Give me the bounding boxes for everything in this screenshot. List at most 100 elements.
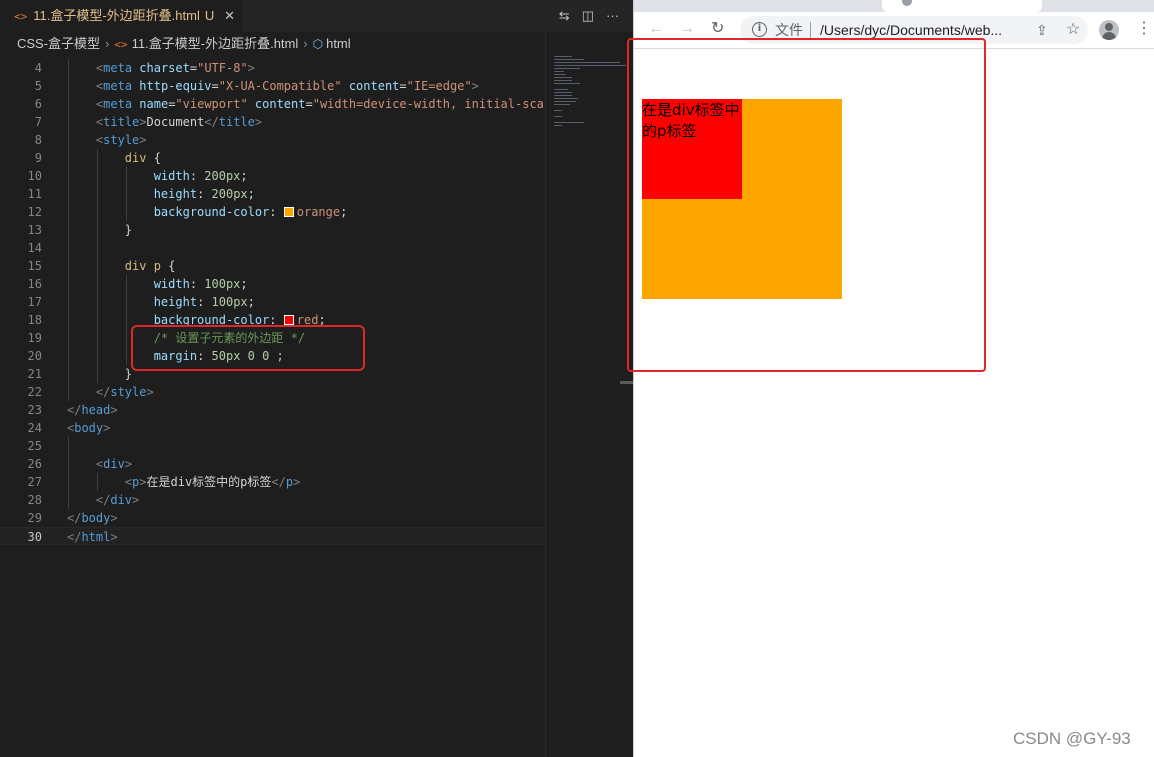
code-token: div: [124, 151, 147, 165]
line-number: 18: [27, 313, 42, 327]
code-token: height: [153, 187, 198, 201]
breadcrumb-element[interactable]: html: [326, 36, 351, 51]
color-swatch[interactable]: [283, 315, 294, 325]
code-token: div p: [124, 259, 161, 273]
line-number: 5: [34, 79, 42, 93]
code-line: 8 <style>: [0, 131, 544, 149]
line-number: 22: [27, 385, 42, 399]
line-number: 8: [34, 133, 42, 147]
code-line: 14: [0, 239, 544, 257]
code-line: 27 <p>在是div标签中的p标签</p>: [0, 473, 544, 491]
minimap-line: [554, 110, 562, 111]
code-token: 200px: [211, 187, 248, 201]
minimap-line: [554, 92, 572, 93]
minimap-line: [554, 122, 584, 123]
code-line: 17 height: 100px;: [0, 293, 544, 311]
code-line: 26 <div>: [0, 455, 544, 473]
line-number: 6: [34, 97, 42, 111]
line-number: 17: [27, 295, 42, 309]
highlight-box-code: [131, 325, 365, 371]
line-number: 14: [27, 241, 42, 255]
code-token: http-equiv: [139, 79, 212, 93]
code-line: 6 <meta name="viewport" content="width=d…: [0, 95, 544, 113]
code-token: width: [153, 169, 190, 183]
code-token: "viewport": [175, 97, 248, 111]
code-line: 28 </div>: [0, 491, 544, 509]
bookmark-star-icon[interactable]: ☆: [1066, 20, 1080, 40]
line-number: 13: [27, 223, 42, 237]
line-number: 11: [27, 187, 42, 201]
forward-arrow-icon[interactable]: →: [679, 18, 695, 40]
back-arrow-icon[interactable]: ←: [648, 18, 664, 40]
minimap-line: [554, 68, 580, 69]
breadcrumb-separator: ›: [303, 36, 308, 51]
minimap-line: [554, 56, 572, 57]
color-swatch[interactable]: [283, 207, 294, 217]
code-token: width: [153, 277, 190, 291]
line-number: 12: [27, 205, 42, 219]
code-token: charset: [139, 61, 190, 75]
untracked-badge: U: [204, 8, 215, 23]
minimap-line: [554, 89, 568, 90]
profile-avatar-icon[interactable]: [1099, 20, 1119, 40]
minimap-line: [554, 98, 578, 99]
compare-changes-icon[interactable]: ⇆: [559, 8, 570, 23]
line-number: 16: [27, 277, 42, 291]
line-number: 9: [34, 151, 42, 165]
close-tab-icon[interactable]: ✕: [224, 0, 235, 32]
code-line: 7 <title>Document</title>: [0, 113, 544, 131]
minimap-line: [554, 95, 572, 96]
line-number: 15: [27, 259, 42, 273]
minimap-line: [554, 116, 562, 117]
site-info-icon[interactable]: i: [752, 22, 767, 37]
code-token: orange: [296, 205, 341, 219]
code-line: 24 <body>: [0, 419, 544, 437]
html-file-icon: <>: [14, 10, 28, 23]
code-line: 12 background-color: orange;: [0, 203, 544, 221]
minimap-line: [554, 83, 580, 84]
code-line: 29 </body>: [0, 509, 544, 527]
line-number: 29: [27, 511, 42, 525]
code-token: 200px: [204, 169, 241, 183]
code-line: 5 <meta http-equiv="X-UA-Compatible" con…: [0, 77, 544, 95]
minimap-line: [554, 101, 576, 102]
code-line: 23 </head>: [0, 401, 544, 419]
tab-title: 11.盒子模型-外边距折叠.html: [33, 8, 200, 23]
code-line: 15 div p {: [0, 257, 544, 275]
minimap-line: [554, 80, 572, 81]
watermark: CSDN @GY-93: [1013, 729, 1131, 748]
editor-tab-active[interactable]: <> 11.盒子模型-外边距折叠.html U ✕: [0, 0, 243, 32]
kebab-menu-icon[interactable]: ⋮: [1136, 18, 1152, 40]
code-line: 13 }: [0, 221, 544, 239]
code-editor: <> 11.盒子模型-外边距折叠.html U ✕ ⇆ ◫ ··· CSS-盒子模型 › <…: [0, 0, 633, 757]
code-line: 4 <meta charset="UTF-8">: [0, 59, 544, 77]
line-number: 4: [34, 61, 42, 75]
code-area[interactable]: 4 <meta charset="UTF-8"> 5 <meta http-eq…: [0, 59, 544, 545]
highlight-box-preview: [627, 38, 986, 372]
code-token: 在是div标签中的p标签: [146, 475, 272, 489]
code-line-current: 30 </html>: [0, 527, 544, 545]
code-token: "X-UA-Compatible": [218, 79, 342, 93]
code-token: height: [153, 295, 198, 309]
code-token: "UTF-8": [197, 61, 248, 75]
breadcrumb-file[interactable]: 11.盒子模型-外边距折叠.html: [132, 36, 299, 51]
more-actions-icon[interactable]: ···: [606, 8, 619, 23]
split-editor-icon[interactable]: ◫: [582, 8, 594, 23]
divider: [810, 22, 811, 38]
line-number: 23: [27, 403, 42, 417]
share-icon[interactable]: ⇪: [1036, 21, 1048, 39]
minimap[interactable]: [545, 32, 633, 757]
minimap-line: [554, 74, 566, 75]
code-token: "IE=edge": [406, 79, 472, 93]
line-number: 28: [27, 493, 42, 507]
reload-icon[interactable]: ↻: [711, 18, 724, 40]
scrollbar-position-marker[interactable]: [620, 381, 633, 384]
line-number: 26: [27, 457, 42, 471]
code-token: Document: [146, 115, 205, 129]
minimap-line: [554, 65, 626, 66]
line-number: 24: [27, 421, 42, 435]
code-token: 100px: [211, 295, 248, 309]
line-number: 25: [27, 439, 42, 453]
breadcrumb-folder[interactable]: CSS-盒子模型: [17, 36, 100, 51]
breadcrumb: CSS-盒子模型 › <> 11.盒子模型-外边距折叠.html › ⬡ html: [0, 32, 633, 56]
